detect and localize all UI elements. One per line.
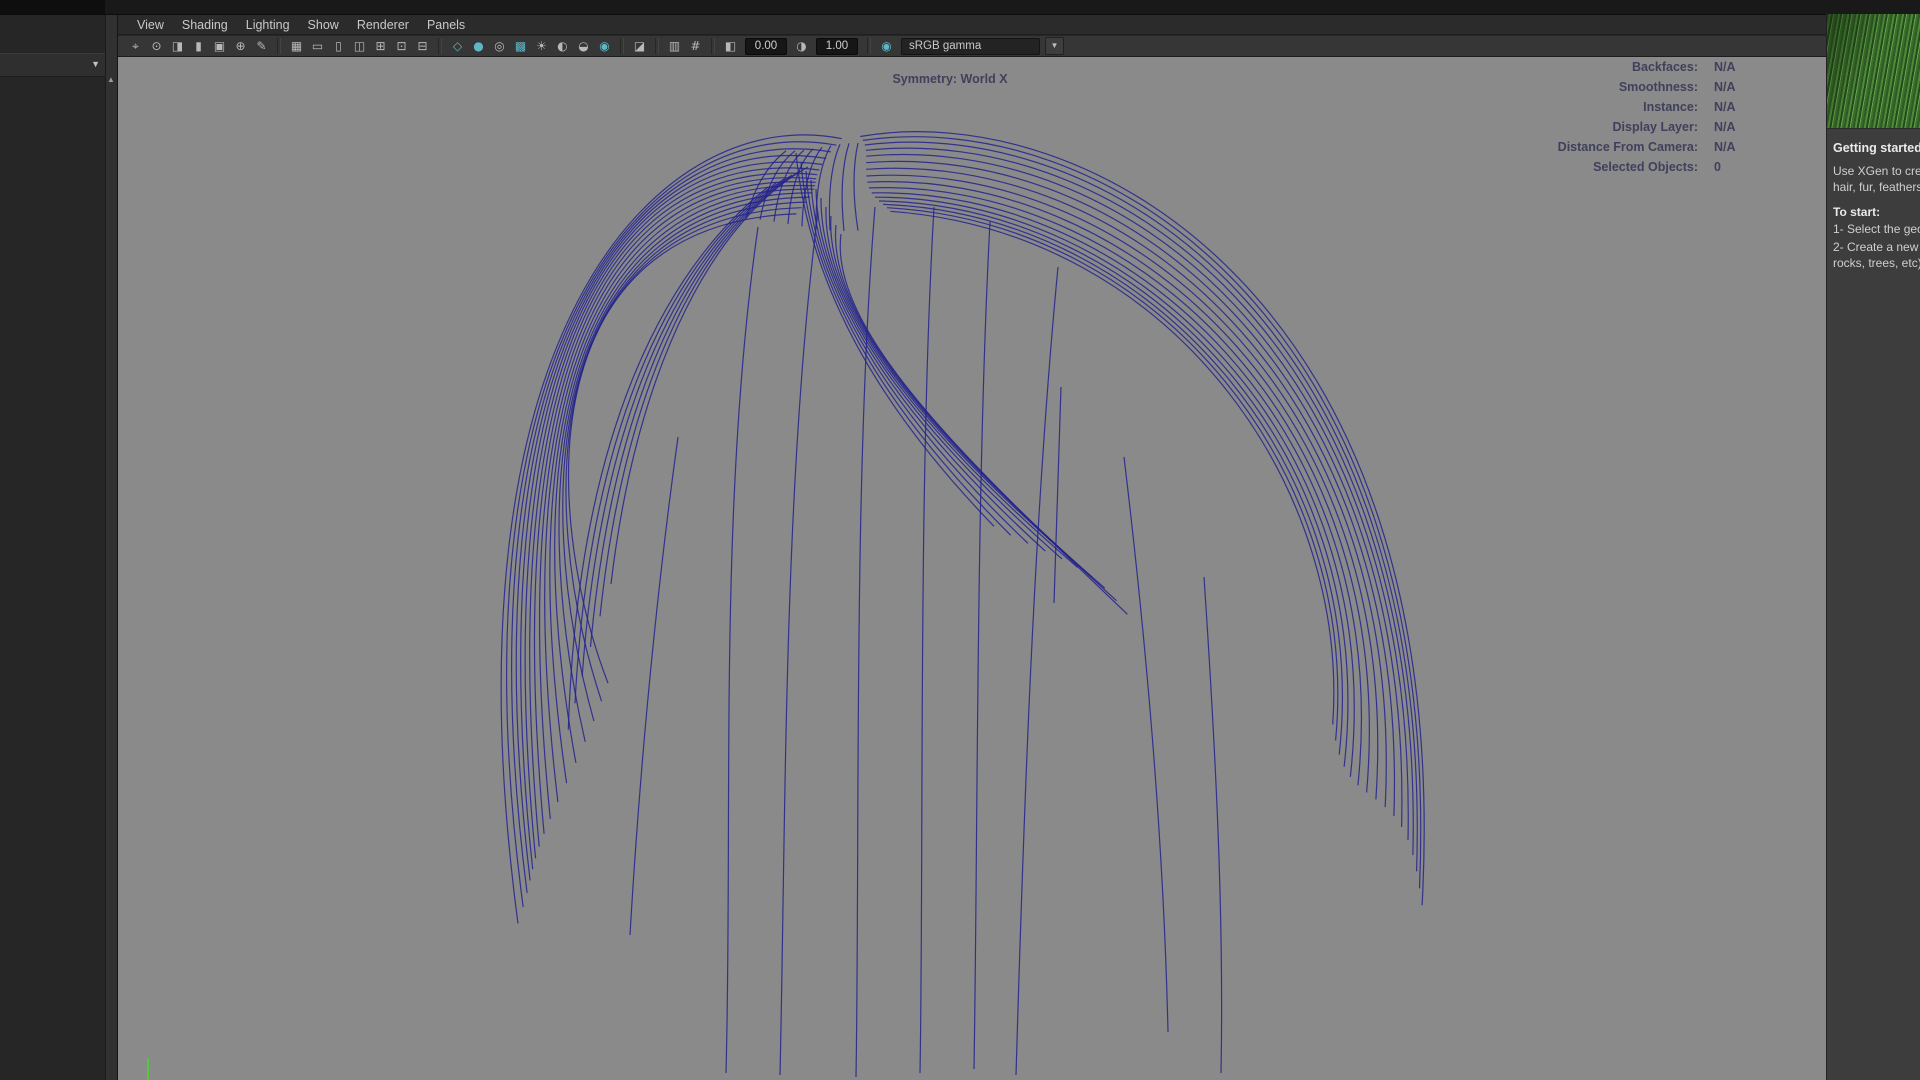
toolbar-divider [277, 38, 281, 54]
menu-show[interactable]: Show [299, 15, 348, 35]
xgen-subtitle: To start: [1833, 205, 1881, 219]
image-plane-icon[interactable]: ▣ [210, 37, 229, 55]
gamma-field[interactable]: 1.00 [816, 37, 858, 55]
left-panel[interactable]: ▼ [0, 15, 106, 1080]
lock-camera-icon[interactable]: ⊙ [147, 37, 166, 55]
hud-row-instance: Instance: N/A [1374, 100, 1824, 120]
xgen-step: 1- Select the geom [1833, 222, 1920, 236]
view-transform-icon[interactable]: ◉ [877, 37, 896, 55]
camera-attributes-icon[interactable]: ◨ [168, 37, 187, 55]
hud-row-selected-objects: Selected Objects: 0 [1374, 160, 1824, 180]
wireframe-on-shaded-icon[interactable]: ◎ [490, 37, 509, 55]
safe-title-icon[interactable]: ⊟ [413, 37, 432, 55]
hud-value: N/A [1714, 60, 1736, 74]
resolution-gate-icon[interactable]: ▯ [329, 37, 348, 55]
field-chart-icon[interactable]: ⊞ [371, 37, 390, 55]
gamma-icon[interactable]: ◑ [792, 37, 811, 55]
exposure-field[interactable]: 0.00 [745, 37, 787, 55]
xray-icon[interactable]: ▥ [665, 37, 684, 55]
hud-row-display-layer: Display Layer: N/A [1374, 120, 1824, 140]
menu-renderer[interactable]: Renderer [348, 15, 418, 35]
menu-view[interactable]: View [128, 15, 173, 35]
heads-up-display: Backfaces: N/A Smoothness: N/A Instance:… [1374, 60, 1824, 180]
xgen-step: 2- Create a new X [1833, 240, 1920, 254]
viewport-canvas[interactable]: Symmetry: World X Backfaces: N/A Smoothn… [118, 57, 1826, 1080]
toolbar-divider [867, 38, 871, 54]
view-transform-select[interactable]: sRGB gamma [901, 37, 1040, 55]
toolbar-divider [655, 38, 659, 54]
pan-zoom-icon[interactable]: ⊕ [231, 37, 250, 55]
hud-row-backfaces: Backfaces: N/A [1374, 60, 1824, 80]
select-camera-icon[interactable]: ⌖ [126, 37, 145, 55]
view-transform-dropdown-arrow[interactable]: ▼ [1045, 37, 1064, 55]
menu-panels[interactable]: Panels [418, 15, 474, 35]
toolbar-divider [438, 38, 442, 54]
xgen-step: rocks, trees, etc) [1833, 256, 1920, 270]
hud-value: N/A [1714, 120, 1736, 134]
use-all-lights-icon[interactable]: ☀ [532, 37, 551, 55]
menu-lighting[interactable]: Lighting [237, 15, 299, 35]
xray-joints-icon[interactable]: # [686, 37, 705, 55]
hud-label: Instance: [1643, 100, 1698, 114]
xgen-text: Getting started w Use XGen to creat hair… [1827, 129, 1920, 271]
window-top-strip [0, 0, 1920, 15]
hud-label: Selected Objects: [1593, 160, 1698, 174]
hud-value: N/A [1714, 140, 1736, 154]
grid-icon[interactable]: ▦ [287, 37, 306, 55]
hud-label: Smoothness: [1618, 80, 1698, 94]
collapse-arrow-icon[interactable]: ▼ [91, 59, 100, 69]
anti-aliasing-icon[interactable]: ◉ [595, 37, 614, 55]
safe-action-icon[interactable]: ⊡ [392, 37, 411, 55]
grease-pencil-icon[interactable]: ✎ [252, 37, 271, 55]
wireframe-icon[interactable]: ◇ [448, 37, 467, 55]
xgen-preview-image [1827, 14, 1920, 129]
occlusion-icon[interactable]: ◒ [574, 37, 593, 55]
panel-toolbar: ⌖ ⊙ ◨ ▮ ▣ ⊕ ✎ ▦ ▭ ▯ ◫ ⊞ ⊡ ⊟ ◇ ● ◎ ▩ ☀ ◐ … [118, 36, 1826, 57]
toolbar-divider [620, 38, 624, 54]
bookmark-icon[interactable]: ▮ [189, 37, 208, 55]
shadows-icon[interactable]: ◐ [553, 37, 572, 55]
top-left-corner [0, 0, 105, 14]
xgen-line: Use XGen to creat [1833, 164, 1920, 178]
menu-shading[interactable]: Shading [173, 15, 237, 35]
xgen-line: hair, fur, feathers, [1833, 180, 1920, 194]
hud-value: N/A [1714, 100, 1736, 114]
exposure-icon[interactable]: ◧ [721, 37, 740, 55]
xgen-getting-started-panel: Getting started w Use XGen to creat hair… [1826, 14, 1920, 1080]
film-gate-icon[interactable]: ▭ [308, 37, 327, 55]
hud-value: 0 [1714, 160, 1721, 174]
panel-menu-bar: View Shading Lighting Show Renderer Pane… [118, 15, 1826, 35]
toolbar-divider [711, 38, 715, 54]
hud-label: Distance From Camera: [1557, 140, 1698, 154]
textured-icon[interactable]: ▩ [511, 37, 530, 55]
xgen-title: Getting started w [1833, 141, 1920, 155]
left-panel-header[interactable]: ▼ [0, 53, 105, 77]
isolate-select-icon[interactable]: ◪ [630, 37, 649, 55]
left-scrollbar[interactable]: ▲ [106, 15, 118, 1080]
gate-mask-icon[interactable]: ◫ [350, 37, 369, 55]
smooth-shade-icon[interactable]: ● [469, 37, 488, 55]
hud-row-smoothness: Smoothness: N/A [1374, 80, 1824, 100]
hud-label: Backfaces: [1631, 60, 1698, 74]
hud-label: Display Layer: [1612, 120, 1698, 134]
scroll-up-icon[interactable]: ▲ [107, 75, 115, 84]
symmetry-indicator: Symmetry: World X [892, 72, 1008, 86]
view-axis-y [147, 1058, 149, 1080]
hair-guide-curves [500, 131, 1425, 1078]
hud-row-distance: Distance From Camera: N/A [1374, 140, 1824, 160]
hud-value: N/A [1714, 80, 1736, 94]
